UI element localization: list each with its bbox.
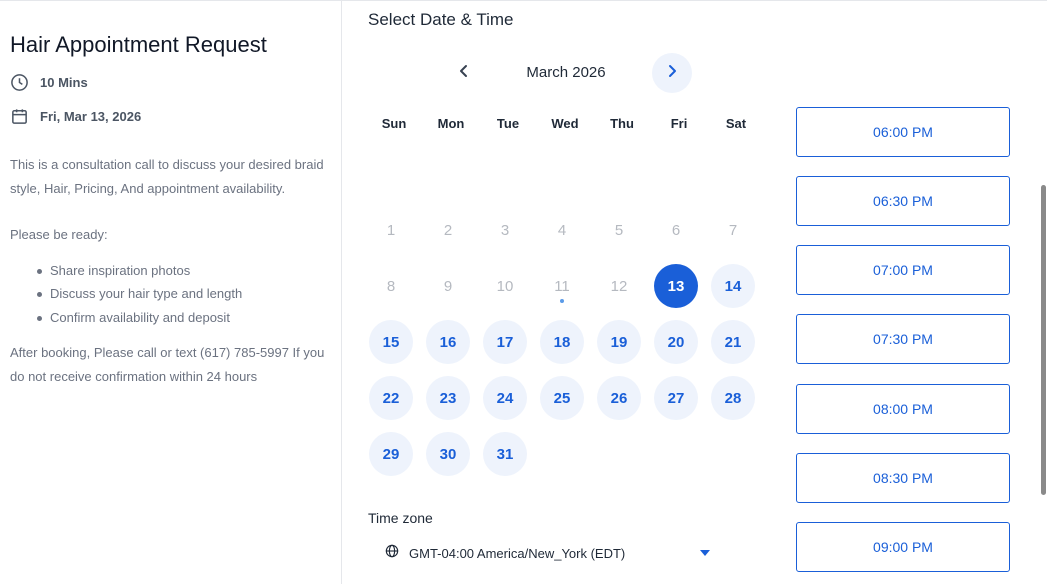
calendar-day-selected[interactable]: 13	[654, 264, 698, 308]
calendar-day: 1	[386, 221, 396, 239]
calendar-day[interactable]: 28	[711, 376, 755, 420]
weekday-label: Thu	[610, 116, 634, 131]
event-details-panel: Hair Appointment Request 10 Mins Fri, Ma…	[0, 0, 342, 584]
time-slot-button[interactable]: 06:00 PM	[796, 107, 1010, 157]
calendar-day: 8	[386, 277, 396, 295]
calendar-day[interactable]: 23	[426, 376, 470, 420]
timezone-select[interactable]: GMT-04:00 America/New_York (EDT)	[380, 538, 720, 568]
calendar-day: 12	[610, 277, 628, 295]
list-item: Confirm availability and deposit	[10, 306, 330, 330]
event-date: Fri, Mar 13, 2026	[10, 107, 141, 126]
calendar-day[interactable]: 26	[597, 376, 641, 420]
next-month-button[interactable]	[652, 53, 692, 93]
timezone-label: Time zone	[368, 510, 433, 526]
time-slot-button[interactable]: 06:30 PM	[796, 176, 1010, 226]
calendar-day[interactable]: 30	[426, 432, 470, 476]
calendar-day[interactable]: 16	[426, 320, 470, 364]
time-slot-button[interactable]: 07:00 PM	[796, 245, 1010, 295]
calendar-day[interactable]: 31	[483, 432, 527, 476]
today-indicator	[560, 299, 564, 303]
calendar-day: 5	[614, 221, 624, 239]
calendar-day: 2	[443, 221, 453, 239]
calendar-day[interactable]: 24	[483, 376, 527, 420]
calendar-day: 6	[671, 221, 681, 239]
event-duration: 10 Mins	[10, 73, 88, 92]
calendar-day: 7	[728, 221, 738, 239]
list-item: Discuss your hair type and length	[10, 282, 330, 306]
weekday-label: Fri	[670, 116, 688, 131]
globe-icon	[385, 544, 399, 563]
weekday-label: Tue	[496, 116, 520, 131]
calendar-day[interactable]: 27	[654, 376, 698, 420]
description-intro: This is a consultation call to discuss y…	[10, 157, 324, 196]
chevron-left-icon	[456, 63, 472, 84]
date-text: Fri, Mar 13, 2026	[40, 109, 142, 124]
time-slot-button[interactable]: 07:30 PM	[796, 314, 1010, 364]
description-ready-label: Please be ready:	[10, 227, 108, 242]
calendar-day[interactable]: 29	[369, 432, 413, 476]
calendar-day[interactable]: 15	[369, 320, 413, 364]
calendar-day[interactable]: 25	[540, 376, 584, 420]
list-item: Share inspiration photos	[10, 259, 330, 283]
description-outro: After booking, Please call or text (617)…	[10, 345, 325, 384]
section-heading: Select Date & Time	[368, 10, 514, 29]
calendar-day[interactable]: 21	[711, 320, 755, 364]
calendar-day[interactable]: 22	[369, 376, 413, 420]
timezone-value: GMT-04:00 America/New_York (EDT)	[409, 545, 626, 561]
calendar-day[interactable]: 20	[654, 320, 698, 364]
weekday-label: Wed	[551, 116, 579, 131]
time-slot-button[interactable]: 08:00 PM	[796, 384, 1010, 434]
calendar-day: 4	[557, 221, 567, 239]
calendar-icon	[10, 107, 29, 126]
weekday-label: Sat	[725, 116, 747, 131]
scrollbar-thumb[interactable]	[1041, 185, 1046, 495]
calendar-day: 3	[500, 221, 510, 239]
calendar-day[interactable]: 18	[540, 320, 584, 364]
clock-icon	[10, 73, 29, 92]
chevron-right-icon	[664, 63, 680, 84]
weekday-label: Mon	[437, 116, 465, 131]
event-description: This is a consultation call to discuss y…	[10, 153, 330, 388]
month-label: March 2026	[526, 64, 606, 81]
weekday-label: Sun	[381, 116, 407, 131]
calendar-day: 10	[496, 277, 514, 295]
calendar-day[interactable]: 19	[597, 320, 641, 364]
previous-month-button[interactable]	[444, 53, 484, 93]
time-slot-button[interactable]: 09:00 PM	[796, 522, 1010, 572]
calendar-day[interactable]: 14	[711, 264, 755, 308]
caret-down-icon	[700, 550, 710, 556]
time-slot-button[interactable]: 08:30 PM	[796, 453, 1010, 503]
calendar-day[interactable]: 17	[483, 320, 527, 364]
duration-text: 10 Mins	[40, 75, 88, 90]
preparation-list: Share inspiration photos Discuss your ha…	[10, 259, 330, 330]
event-title: Hair Appointment Request	[10, 32, 267, 57]
calendar-day: 9	[443, 277, 453, 295]
